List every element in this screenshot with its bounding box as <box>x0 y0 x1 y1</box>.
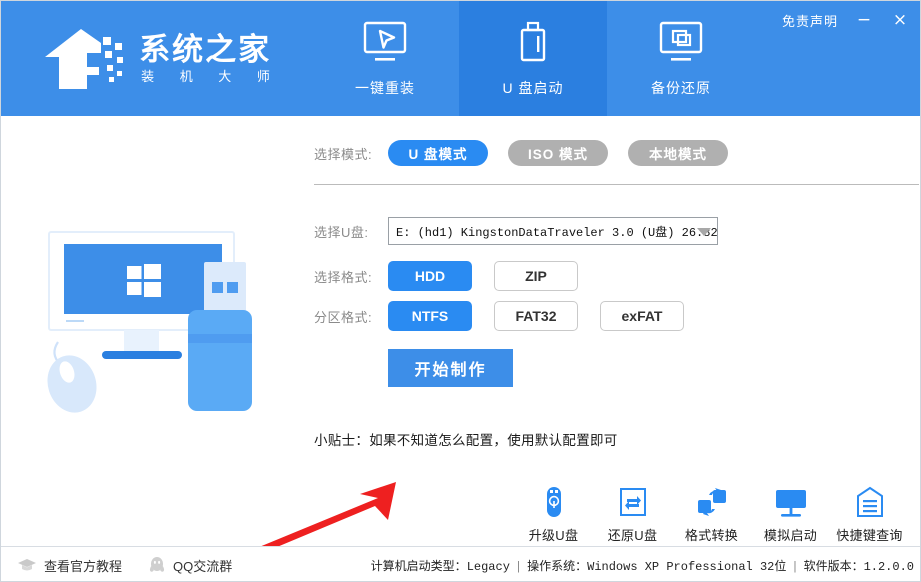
config-form: 选择模式: U 盘模式 ISO 模式 本地模式 选择U盘: E: (hd1) K… <box>314 140 914 449</box>
tool-usb-restore[interactable]: 还原U盘 <box>593 483 672 544</box>
monitor-copy-icon <box>653 19 709 69</box>
tip-row: 小贴士：如果不知道怎么配置，使用默认配置即可 <box>314 429 914 449</box>
tool-format-convert[interactable]: 格式转换 <box>672 483 751 544</box>
usb-select-dropdown[interactable]: E: (hd1) KingstonDataTraveler 3.0 (U盘) 2… <box>388 217 718 245</box>
make-button-row: 开始制作 <box>314 349 914 387</box>
section-divider <box>314 184 919 185</box>
tab-backup-restore[interactable]: 备份还原 <box>607 1 755 116</box>
usb-drive-icon <box>505 19 561 69</box>
status-bar: 查看官方教程 QQ交流群 计算机启动类型：Legacy|操作系统：Windows… <box>1 546 921 582</box>
status-links: 查看官方教程 QQ交流群 <box>1 556 232 575</box>
boot-type-label: 计算机启动类型： <box>371 560 467 574</box>
tab-usb-boot[interactable]: U 盘启动 <box>459 1 607 116</box>
main-content: 选择模式: U 盘模式 ISO 模式 本地模式 选择U盘: E: (hd1) K… <box>1 116 921 546</box>
official-tutorial-link[interactable]: 查看官方教程 <box>17 556 122 575</box>
chevron-down-icon <box>697 228 711 236</box>
info-separator: | <box>786 560 803 574</box>
qq-penguin-icon <box>148 556 166 574</box>
link-label: QQ交流群 <box>173 556 232 575</box>
window-controls: 免责声明 − × <box>782 11 910 30</box>
tab-one-click-reinstall[interactable]: 一键重装 <box>311 1 459 116</box>
format-option-hdd[interactable]: HDD <box>388 261 472 291</box>
partition-option-ntfs[interactable]: NTFS <box>388 301 472 331</box>
tool-usb-upgrade[interactable]: 升级U盘 <box>514 483 593 544</box>
tool-label: 还原U盘 <box>608 525 658 544</box>
partition-label: 分区格式: <box>314 307 388 326</box>
mode-option-iso[interactable]: ISO 模式 <box>508 140 608 166</box>
nav-tabs: 一键重装 U 盘启动 <box>311 1 755 116</box>
brand-subtitle: 装 机 大 师 <box>139 68 281 86</box>
brand-title: 系统之家 <box>139 32 281 68</box>
format-option-zip[interactable]: ZIP <box>494 261 578 291</box>
usb-upgrade-icon <box>541 483 567 519</box>
mode-option-usb[interactable]: U 盘模式 <box>388 140 488 166</box>
tool-simulate-boot[interactable]: 模拟启动 <box>751 483 830 544</box>
close-icon[interactable]: × <box>890 12 910 29</box>
partition-row: 分区格式: NTFS FAT32 exFAT <box>314 301 914 331</box>
tab-label: U 盘启动 <box>503 78 564 98</box>
os-label: 操作系统： <box>527 560 587 574</box>
tool-label: 升级U盘 <box>529 525 579 544</box>
info-separator: | <box>510 560 527 574</box>
app-window: 系统之家 装 机 大 师 一键重装 <box>0 0 921 582</box>
format-label: 选择格式: <box>314 267 388 286</box>
tool-label: 模拟启动 <box>764 525 817 544</box>
usb-select-value: E: (hd1) KingstonDataTraveler 3.0 (U盘) 2… <box>389 223 717 240</box>
tab-label: 一键重装 <box>355 78 415 98</box>
start-make-button[interactable]: 开始制作 <box>388 349 513 387</box>
link-label: 查看官方教程 <box>44 556 122 575</box>
monitor-cursor-icon <box>357 19 413 69</box>
tab-label: 备份还原 <box>651 78 711 98</box>
qq-group-link[interactable]: QQ交流群 <box>148 556 232 575</box>
minimize-icon[interactable]: − <box>854 12 874 29</box>
tool-hotkey-lookup[interactable]: 快捷键查询 <box>830 483 909 544</box>
partition-option-fat32[interactable]: FAT32 <box>494 301 578 331</box>
tool-label: 快捷键查询 <box>836 525 903 544</box>
format-convert-icon <box>695 483 729 519</box>
brand-logo-area: 系统之家 装 机 大 师 <box>1 1 311 116</box>
computer-usb-mouse-illustration <box>36 224 301 419</box>
disclaimer-link[interactable]: 免责声明 <box>782 11 838 30</box>
os-value: Windows XP Professional 32位 <box>587 560 786 574</box>
partition-option-exfat[interactable]: exFAT <box>600 301 684 331</box>
usb-select-row: 选择U盘: E: (hd1) KingstonDataTraveler 3.0 … <box>314 217 914 245</box>
tip-text: 小贴士：如果不知道怎么配置，使用默认配置即可 <box>314 429 618 449</box>
version-label: 软件版本： <box>804 560 864 574</box>
hotkey-lookup-icon <box>855 483 885 519</box>
version-value: 1.2.0.0 <box>864 560 914 574</box>
format-row: 选择格式: HDD ZIP <box>314 261 914 291</box>
tool-shortcuts: 升级U盘 还原U盘 <box>514 483 909 544</box>
usb-restore-icon <box>617 483 649 519</box>
system-info: 计算机启动类型：Legacy|操作系统：Windows XP Professio… <box>371 557 914 574</box>
house-logo-icon <box>41 23 133 95</box>
brand-text: 系统之家 装 机 大 师 <box>139 32 281 86</box>
app-header: 系统之家 装 机 大 师 一键重装 <box>1 1 921 116</box>
graduation-cap-icon <box>17 557 37 573</box>
mode-option-local[interactable]: 本地模式 <box>628 140 728 166</box>
usb-select-label: 选择U盘: <box>314 222 388 241</box>
tool-label: 格式转换 <box>685 525 738 544</box>
mode-label: 选择模式: <box>314 144 388 163</box>
simulate-boot-icon <box>773 483 809 519</box>
mode-row: 选择模式: U 盘模式 ISO 模式 本地模式 <box>314 140 914 166</box>
boot-type-value: Legacy <box>467 560 510 574</box>
